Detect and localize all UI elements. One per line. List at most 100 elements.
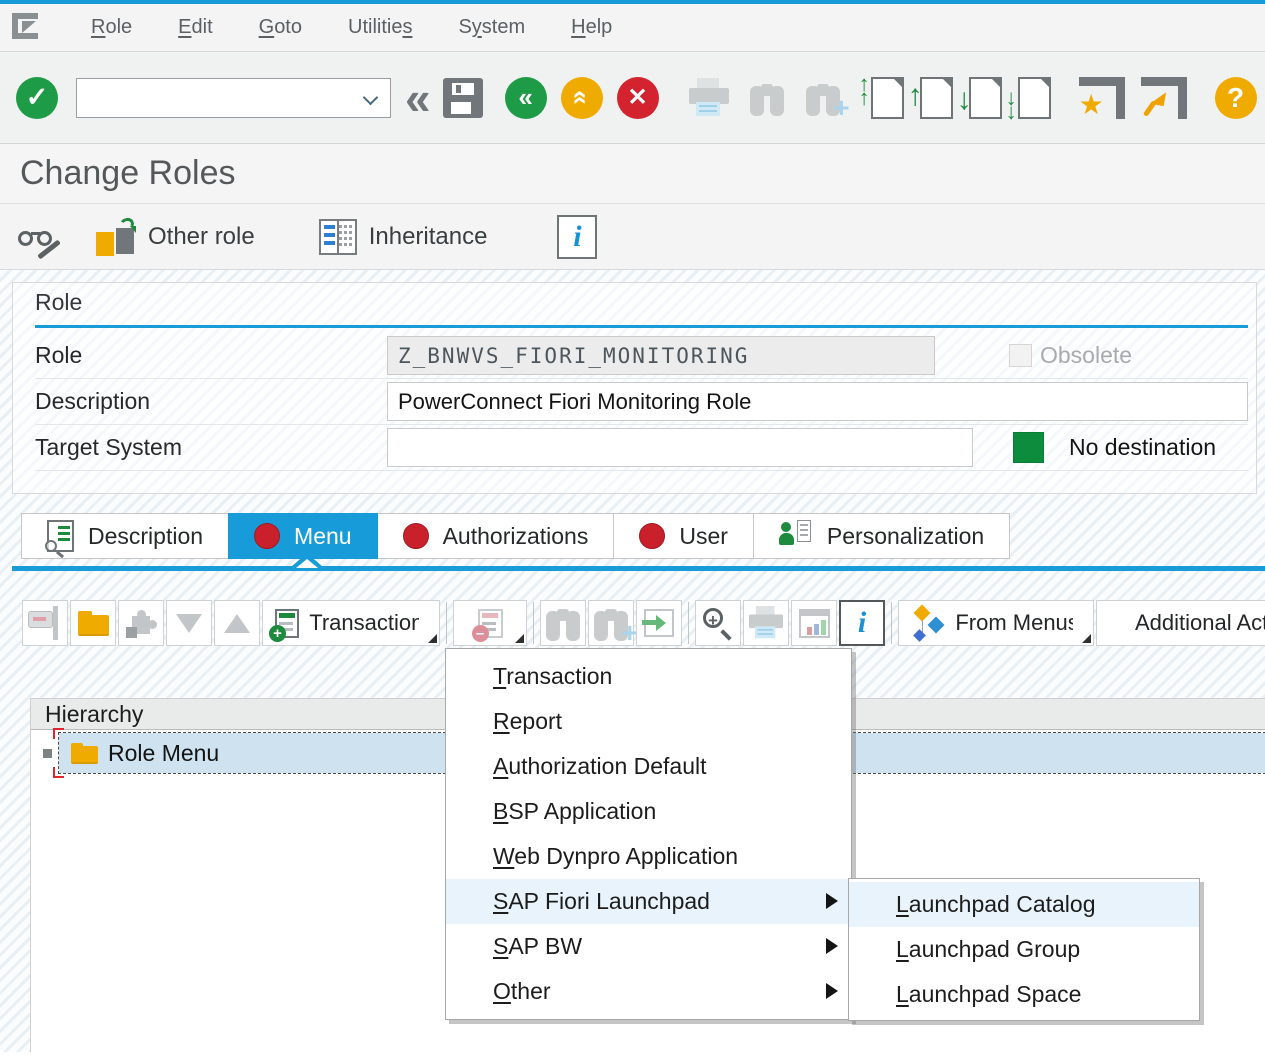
tab-label: Description: [88, 523, 203, 550]
menu-item-other[interactable]: Other: [446, 969, 851, 1014]
menu-item-launchpad-space[interactable]: Launchpad Space: [849, 972, 1199, 1017]
chevron-down-icon[interactable]: [363, 89, 379, 105]
role-field[interactable]: [387, 336, 935, 375]
next-page-button[interactable]: [969, 77, 1002, 119]
list-plus-icon: [275, 609, 299, 638]
system-menu-icon[interactable]: [12, 13, 46, 43]
from-menus-button[interactable]: From Menus: [898, 600, 1094, 646]
inheritance-button[interactable]: Inheritance: [369, 223, 488, 251]
menu-item-launchpad-group[interactable]: Launchpad Group: [849, 927, 1199, 972]
find-node-button: [540, 600, 586, 646]
graphic-view-button: [791, 600, 837, 646]
print-tree-button: [743, 600, 789, 646]
fiori-launchpad-submenu: Launchpad Catalog Launchpad Group Launch…: [848, 878, 1200, 1021]
selection-corner-icon: [53, 728, 64, 739]
menu-utilities[interactable]: Utilities: [325, 10, 435, 45]
description-row: Description: [35, 379, 1248, 425]
move-down-button: [166, 600, 212, 646]
menu-system[interactable]: System: [435, 10, 548, 45]
information-button[interactable]: [557, 215, 597, 259]
detail-view-button[interactable]: [695, 600, 741, 646]
enter-button[interactable]: [16, 77, 58, 119]
translate-button: [636, 600, 682, 646]
group-box-title: Role: [35, 289, 82, 316]
new-session-button[interactable]: [1079, 77, 1125, 119]
toolbar-separator: [533, 602, 534, 644]
target-system-field[interactable]: [387, 428, 973, 467]
tab-description[interactable]: Description: [21, 513, 229, 559]
node-information-button[interactable]: [839, 600, 885, 646]
group-box-rule: [35, 325, 1248, 328]
delete-node-menu-button: [453, 600, 527, 646]
menu-item-web-dynpro-application[interactable]: Web Dynpro Application: [446, 834, 851, 879]
chart-icon: [799, 609, 830, 638]
from-menus-label: From Menus: [955, 610, 1073, 636]
toolbar-separator: [446, 602, 447, 644]
back-button[interactable]: [405, 77, 431, 119]
menu-item-launchpad-catalog[interactable]: Launchpad Catalog: [849, 882, 1199, 927]
other-role-button[interactable]: Other role: [148, 223, 255, 251]
last-page-button[interactable]: [1018, 77, 1051, 119]
menu-item-transaction[interactable]: Transaction: [446, 654, 851, 699]
application-toolbar: Other role Inheritance: [0, 204, 1265, 270]
info-icon: [573, 220, 581, 254]
transaction-dropdown-menu: Transaction Report Authorization Default…: [445, 648, 852, 1020]
transaction-button-label: Transaction: [309, 610, 419, 636]
exit-button[interactable]: [505, 77, 547, 119]
create-shortcut-button[interactable]: [1141, 77, 1187, 119]
menu-goto[interactable]: Goto: [236, 10, 325, 45]
menu-edit[interactable]: Edit: [155, 10, 235, 45]
diamonds-hierarchy-icon: [911, 605, 945, 641]
create-folder-button[interactable]: [70, 600, 116, 646]
tab-personalization[interactable]: Personalization: [753, 513, 1010, 559]
cancel-button[interactable]: [561, 77, 603, 119]
command-input[interactable]: [77, 79, 357, 115]
target-system-field-label: Target System: [35, 434, 387, 461]
stop-button[interactable]: [617, 77, 659, 119]
description-field[interactable]: [387, 382, 1248, 421]
tab-menu[interactable]: Menu: [228, 513, 378, 559]
tab-authorizations[interactable]: Authorizations: [377, 513, 615, 559]
sap-gui-window: Role Edit Goto Utilities System Help Cha…: [0, 0, 1265, 1056]
list-minus-icon: [478, 609, 503, 638]
previous-page-button[interactable]: [920, 77, 953, 119]
menu-item-authorization-default[interactable]: Authorization Default: [446, 744, 851, 789]
red-status-icon: [639, 523, 665, 549]
help-button[interactable]: [1215, 77, 1257, 119]
menu-role[interactable]: Role: [68, 10, 155, 45]
display-change-button[interactable]: [18, 220, 62, 254]
menu-item-sap-fiori-launchpad[interactable]: SAP Fiori Launchpad: [446, 879, 851, 924]
check-icon: [26, 82, 49, 113]
menu-item-report[interactable]: Report: [446, 699, 851, 744]
command-field[interactable]: [76, 78, 391, 118]
menu-item-sap-bw[interactable]: SAP BW: [446, 924, 851, 969]
tree-bullet-icon[interactable]: [43, 749, 52, 758]
save-button[interactable]: [443, 78, 483, 118]
print-button: [687, 78, 731, 118]
move-up-button: [214, 600, 260, 646]
sign-minus-icon: [28, 606, 62, 640]
menu-item-bsp-application[interactable]: BSP Application: [446, 789, 851, 834]
obsolete-checkbox[interactable]: [1009, 344, 1032, 367]
folder-icon: [71, 743, 98, 764]
menu-tree-toolbar: Transaction From Menus: [22, 600, 1265, 646]
find-next-button: [803, 78, 843, 118]
tab-user[interactable]: User: [613, 513, 754, 559]
tab-label: Authorizations: [443, 523, 589, 550]
x-icon: [628, 83, 648, 112]
binoculars-plus-icon: [591, 603, 631, 643]
double-chevron-up-icon: [574, 82, 588, 113]
find-button: [747, 78, 787, 118]
arrow-into-box-icon: [644, 609, 674, 637]
first-page-button[interactable]: [871, 77, 904, 119]
additional-activities-button[interactable]: Additional Activi: [1096, 600, 1265, 646]
other-role-icon[interactable]: [96, 218, 136, 256]
inheritance-icon[interactable]: [319, 219, 357, 255]
menu-help[interactable]: Help: [548, 10, 635, 45]
green-status-square-icon: [1013, 432, 1044, 463]
no-destination-label: No destination: [1069, 434, 1216, 461]
role-field-label: Role: [35, 342, 387, 369]
add-transaction-menu-button[interactable]: Transaction: [262, 600, 440, 646]
menu-corner-indicator: [1082, 634, 1091, 643]
question-mark-icon: [1227, 82, 1244, 114]
